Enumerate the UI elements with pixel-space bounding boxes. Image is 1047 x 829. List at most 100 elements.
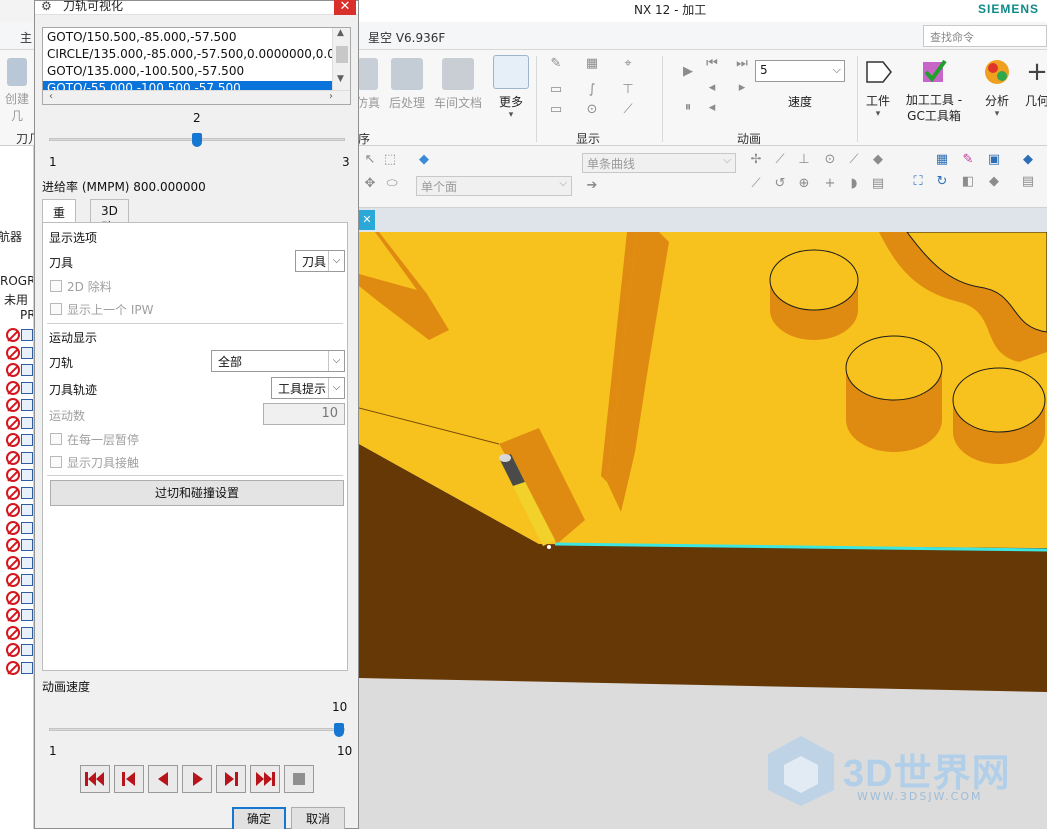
snap-tangent-icon[interactable]: ⟋ (846, 152, 862, 168)
view-fit-icon[interactable]: ⛶ (910, 174, 926, 190)
workpiece-button[interactable]: 工件 ▾ (860, 56, 896, 119)
stop-button[interactable] (284, 765, 314, 793)
jump-to-end-button[interactable] (250, 765, 280, 793)
animation-speed-track[interactable] (49, 728, 345, 731)
tab-main[interactable]: 主 (20, 29, 32, 46)
tab-replay[interactable]: 重播 (42, 199, 77, 237)
operation-type-icon[interactable] (21, 661, 33, 674)
view-paint-icon[interactable]: ✎ (960, 152, 976, 168)
operation-type-icon[interactable] (21, 521, 33, 534)
select-solid-icon[interactable]: ⬭ (384, 176, 400, 192)
jump-to-start-button[interactable] (80, 765, 110, 793)
view-edge-icon[interactable]: ▤ (1020, 174, 1036, 190)
operation-type-icon[interactable] (21, 381, 33, 394)
remove-2d-checkbox[interactable] (50, 280, 62, 292)
operation-type-icon[interactable] (21, 434, 33, 446)
gouge-check-settings-button[interactable]: 过切和碰撞设置 (50, 480, 344, 506)
operation-type-icon[interactable] (21, 346, 33, 359)
analysis-button[interactable]: 分析 ▾ (980, 56, 1014, 119)
display-geometry-icon[interactable]: ▦ (584, 56, 600, 72)
list-horizontal-scrollbar[interactable]: ‹ › (43, 90, 350, 104)
operation-type-icon[interactable] (21, 644, 33, 656)
operation-type-icon[interactable] (21, 416, 33, 429)
view-layout-icon[interactable]: ▣ (986, 152, 1002, 168)
display-point-icon[interactable]: ⊙ (584, 102, 600, 118)
cl-statement-list[interactable]: GOTO/150.500,-85.000,-57.500 CIRCLE/135.0… (42, 27, 351, 105)
select-arrow-icon[interactable]: ↖ (362, 152, 378, 168)
operation-type-icon[interactable] (21, 469, 33, 481)
show-prev-ipw-checkbox[interactable] (50, 303, 62, 315)
snap-quadrant-icon[interactable]: ⊕ (796, 176, 812, 192)
snap-line-icon[interactable]: ⟋ (748, 176, 764, 192)
snap-point-icon[interactable]: + (822, 176, 838, 192)
list-vertical-scrollbar[interactable]: ▲ ▼ (332, 28, 350, 90)
display-holder-icon[interactable]: ⊤ (620, 82, 636, 98)
snap-center-icon[interactable]: ⊙ (822, 152, 838, 168)
scroll-thumb[interactable] (336, 46, 348, 63)
snap-control-icon[interactable]: ⊥ (796, 152, 812, 168)
geometry-button[interactable]: + 几何 (1022, 56, 1047, 109)
close-icon[interactable]: ✕ (334, 0, 356, 15)
operation-type-icon[interactable] (21, 486, 33, 499)
tab-plugin[interactable]: 星空 V6.936F (368, 29, 445, 46)
command-search-input[interactable]: 查找命令 (923, 25, 1047, 47)
navigator-program[interactable]: PR (20, 308, 33, 322)
cl-statement-item[interactable]: GOTO/135.000,-100.500,-57.500 (47, 64, 244, 78)
operation-type-icon[interactable] (21, 399, 33, 411)
curve-rule-select[interactable]: 单条曲线 ⌵ (582, 153, 736, 173)
close-icon[interactable]: ✕ (359, 210, 375, 230)
step-back-icon[interactable]: ⏮ (704, 56, 720, 72)
operation-type-icon[interactable] (21, 626, 33, 639)
step-forward-icon[interactable]: ⏭ (734, 56, 750, 72)
navigator-unused[interactable]: 未用 (4, 291, 28, 308)
reverse-icon[interactable]: ◂ (704, 100, 720, 116)
operation-type-icon[interactable] (21, 591, 33, 604)
path-slider-thumb[interactable] (192, 133, 202, 147)
animation-speed-thumb[interactable] (334, 723, 344, 737)
operation-type-icon[interactable] (21, 451, 33, 464)
operation-type-icon[interactable] (21, 556, 33, 569)
select-rectangle-icon[interactable]: ⬚ (382, 152, 398, 168)
display-vector-icon[interactable]: ⟋ (620, 102, 636, 118)
snap-bounded-icon[interactable]: ▤ (870, 176, 886, 192)
shop-doc-button[interactable]: 车间文档 (432, 58, 484, 111)
graphics-window[interactable] (359, 232, 1047, 829)
operation-type-icon[interactable] (21, 504, 33, 516)
pause-icon[interactable]: ⏸ (680, 100, 696, 116)
more-button[interactable]: 更多 ▾ (490, 55, 532, 120)
operation-type-icon[interactable] (21, 329, 33, 341)
display-list-icon[interactable]: ▭ (548, 82, 564, 98)
step-back-button[interactable] (114, 765, 144, 793)
display-path-icon[interactable]: ⌖ (620, 56, 636, 72)
chevron-left-icon[interactable]: ‹ (49, 91, 53, 102)
face-rule-select[interactable]: 单个面 ⌵ (416, 176, 572, 196)
tool-trace-select[interactable]: 工具提示 ⌵ (271, 377, 345, 399)
view-render-icon[interactable]: ◧ (960, 174, 976, 190)
postprocess-button[interactable]: 后处理 (386, 58, 428, 111)
play-backward-button[interactable] (148, 765, 178, 793)
display-curve-icon[interactable]: ∫ (584, 82, 600, 98)
chevron-right-icon[interactable]: › (329, 91, 333, 102)
play-forward-icon[interactable]: ▶ (680, 64, 696, 80)
snap-midpoint-icon[interactable]: ⟋ (772, 152, 788, 168)
chevron-up-icon[interactable]: ▲ (337, 28, 344, 38)
view-orient-icon[interactable]: ▦ (934, 152, 950, 168)
cl-statement-item[interactable]: CIRCLE/135.000,-85.000,-57.500,0.0000000… (47, 47, 350, 61)
show-tool-contact-checkbox[interactable] (50, 456, 62, 468)
toolpath-display-select[interactable]: 全部 ⌵ (211, 350, 345, 372)
gc-toolbox-button[interactable]: 加工工具 - GC工具箱 (902, 56, 966, 124)
create-geometry-button[interactable]: 创建几 (0, 58, 34, 124)
snap-face-icon[interactable]: ◆ (870, 152, 886, 168)
ok-button[interactable]: 确定 (232, 807, 286, 829)
operation-type-icon[interactable] (21, 609, 33, 621)
operation-type-icon[interactable] (21, 539, 33, 551)
view-rotate-icon[interactable]: ↻ (934, 174, 950, 190)
cl-statement-item[interactable]: GOTO/150.500,-85.000,-57.500 (47, 30, 236, 44)
navigator-program-root[interactable]: ROGR (0, 274, 33, 288)
chevron-down-icon[interactable]: ▼ (337, 74, 344, 84)
play-forward-button[interactable] (182, 765, 212, 793)
dialog-titlebar[interactable]: ⚙ 刀轨可视化 ✕ (35, 0, 358, 15)
pause-each-layer-checkbox[interactable] (50, 433, 62, 445)
select-move-icon[interactable]: ✥ (362, 176, 378, 192)
motion-count-input[interactable]: 10 (263, 403, 345, 425)
